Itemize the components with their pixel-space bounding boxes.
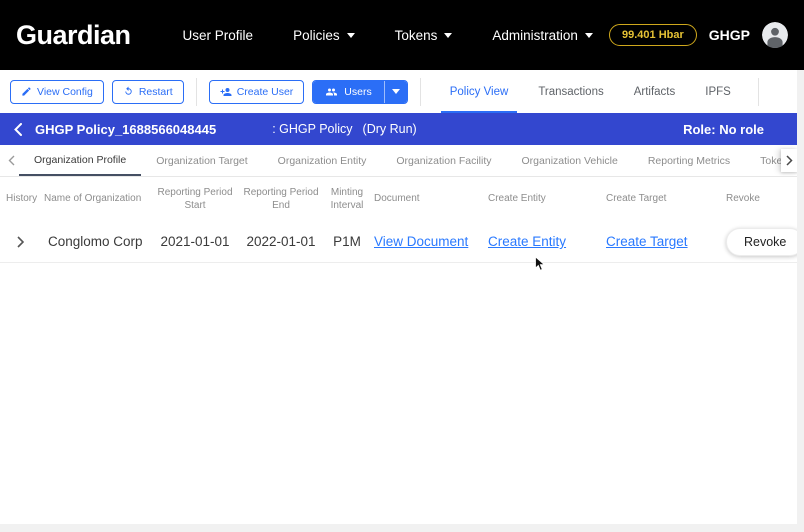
organization-tabs: Organization Profile Organization Target… xyxy=(0,145,804,177)
tab-organization-facility-label: Organization Facility xyxy=(396,154,492,167)
create-user-button[interactable]: Create User xyxy=(208,79,305,104)
tab-policy-view[interactable]: Policy View xyxy=(435,70,524,113)
col-history: History xyxy=(6,193,38,205)
person-add-icon xyxy=(220,87,232,96)
tab-reporting-metrics-label: Reporting Metrics xyxy=(647,154,731,167)
policy-mode-badge: (Dry Run) xyxy=(362,122,417,136)
toolbar-divider xyxy=(757,77,759,106)
tab-organization-target[interactable]: Organization Target xyxy=(141,145,262,176)
reporting-period-end-value: 2022-01-01 xyxy=(246,234,316,249)
current-username: GHGP xyxy=(708,27,750,43)
tab-transactions-label: Transactions xyxy=(538,85,604,98)
nav-tokens[interactable]: Tokens xyxy=(395,28,453,43)
chevron-down-icon xyxy=(584,32,593,38)
row-expand-button[interactable] xyxy=(0,235,40,248)
tab-organization-vehicle[interactable]: Organization Vehicle xyxy=(507,145,633,176)
nav-user-profile[interactable]: User Profile xyxy=(183,28,254,43)
vertical-scrollbar[interactable] xyxy=(797,70,804,524)
top-right-group: 99.401 Hbar GHGP xyxy=(609,22,788,48)
chevron-down-icon xyxy=(346,32,355,38)
tab-organization-facility[interactable]: Organization Facility xyxy=(381,145,506,176)
restart-icon xyxy=(125,86,132,95)
pencil-icon xyxy=(22,87,31,96)
avatar[interactable] xyxy=(762,22,788,48)
reporting-period-start-value: 2021-01-01 xyxy=(160,234,230,249)
chevron-left-icon xyxy=(8,155,15,166)
app-logo[interactable]: Guardian xyxy=(16,20,131,51)
tab-policy-view-label: Policy View xyxy=(449,85,509,98)
tabs-scroll-left-button[interactable] xyxy=(4,145,19,176)
table-header-row: History Name of Organization Reporting P… xyxy=(0,177,804,221)
tab-artifacts[interactable]: Artifacts xyxy=(619,70,691,113)
tab-organization-profile[interactable]: Organization Profile xyxy=(19,145,142,176)
view-config-button[interactable]: View Config xyxy=(10,79,104,104)
role-indicator: Role: No role xyxy=(683,121,764,137)
organization-name: Conglomo Corp xyxy=(48,234,143,249)
revoke-button[interactable]: Revoke xyxy=(726,227,804,256)
chevron-right-icon xyxy=(16,235,24,248)
tab-organization-entity-label: Organization Entity xyxy=(277,154,367,167)
users-label: Users xyxy=(344,85,372,98)
col-minting-interval: Minting Interval xyxy=(330,186,364,212)
view-config-label: View Config xyxy=(37,85,93,98)
toolbar-divider xyxy=(195,77,197,106)
col-reporting-period-start: Reporting Period Start xyxy=(157,186,233,212)
policy-subtitle: : GHGP Policy xyxy=(272,122,353,136)
horizontal-scrollbar[interactable] xyxy=(0,524,804,532)
chevron-left-icon xyxy=(14,122,22,136)
users-dropdown-toggle[interactable] xyxy=(383,80,407,103)
top-nav: User Profile Policies Tokens Administrat… xyxy=(183,28,593,43)
create-user-label: Create User xyxy=(236,85,294,98)
minting-interval-value: P1M xyxy=(333,234,361,249)
col-name-of-organization: Name of Organization xyxy=(44,193,142,205)
user-avatar-icon xyxy=(762,22,788,48)
tab-ipfs-label: IPFS xyxy=(705,85,731,98)
policy-header-bar: GHGP Policy_1688566048445 : GHGP Policy … xyxy=(0,113,804,145)
chevron-down-icon xyxy=(391,89,400,94)
tab-ipfs[interactable]: IPFS xyxy=(690,70,746,113)
restart-label: Restart xyxy=(138,85,173,98)
nav-user-profile-label: User Profile xyxy=(182,27,254,43)
tab-organization-target-label: Organization Target xyxy=(156,154,248,167)
tabs-scroll-right-button[interactable] xyxy=(781,149,798,172)
col-create-target: Create Target xyxy=(606,193,667,205)
tab-organization-profile-label: Organization Profile xyxy=(34,153,127,166)
create-entity-link[interactable]: Create Entity xyxy=(488,234,566,249)
toolbar-divider xyxy=(419,77,421,106)
back-button[interactable] xyxy=(14,122,22,136)
chevron-down-icon xyxy=(444,32,453,38)
view-document-link[interactable]: View Document xyxy=(374,234,468,249)
tab-organization-vehicle-label: Organization Vehicle xyxy=(521,154,618,167)
policy-toolbar: View Config Restart Create User Users Po… xyxy=(0,70,804,113)
users-split-button: Users xyxy=(312,79,408,104)
table-row: Conglomo Corp 2021-01-01 2022-01-01 P1M … xyxy=(0,221,804,271)
col-reporting-period-end: Reporting Period End xyxy=(243,186,319,212)
chevron-right-icon xyxy=(786,155,793,166)
tab-organization-entity[interactable]: Organization Entity xyxy=(263,145,382,176)
policy-name: GHGP Policy_1688566048445 xyxy=(35,121,217,137)
tab-artifacts-label: Artifacts xyxy=(633,85,676,98)
users-button[interactable]: Users xyxy=(313,80,384,103)
tab-reporting-metrics[interactable]: Reporting Metrics xyxy=(633,145,745,176)
nav-tokens-label: Tokens xyxy=(394,27,438,43)
nav-administration-label: Administration xyxy=(492,27,578,43)
users-group-icon xyxy=(326,88,338,95)
tab-transactions[interactable]: Transactions xyxy=(523,70,618,113)
nav-administration[interactable]: Administration xyxy=(492,28,593,43)
hbar-balance-badge[interactable]: 99.401 Hbar xyxy=(609,24,697,46)
toolbar-tabs: Policy View Transactions Artifacts IPFS xyxy=(435,70,746,113)
col-document: Document xyxy=(374,193,420,205)
top-nav-bar: Guardian User Profile Policies Tokens Ad… xyxy=(0,0,804,70)
nav-policies[interactable]: Policies xyxy=(293,28,355,43)
col-create-entity: Create Entity xyxy=(488,193,546,205)
nav-policies-label: Policies xyxy=(293,27,340,43)
create-target-link[interactable]: Create Target xyxy=(606,234,688,249)
restart-button[interactable]: Restart xyxy=(111,79,184,104)
mouse-cursor-icon xyxy=(534,255,546,275)
col-revoke: Revoke xyxy=(726,193,760,205)
